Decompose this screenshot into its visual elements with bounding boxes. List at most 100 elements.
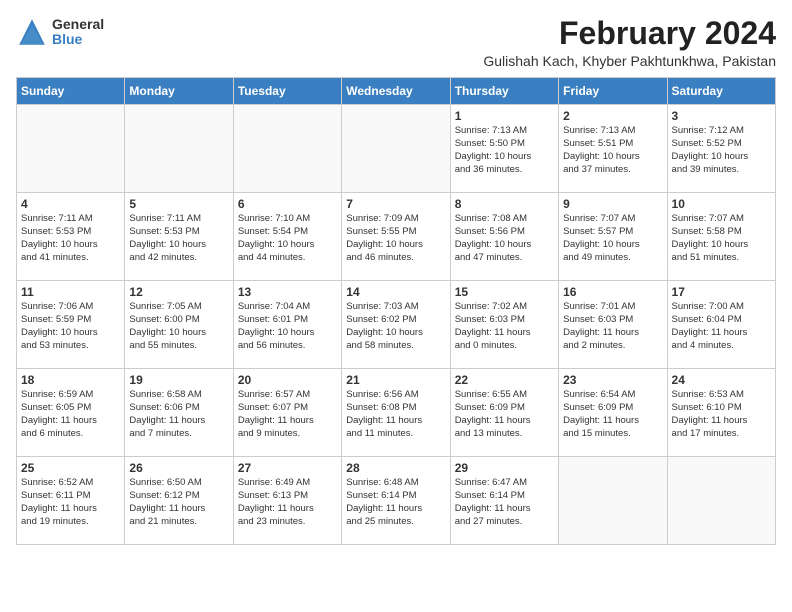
table-row — [342, 105, 450, 193]
day-info: Sunrise: 7:12 AM Sunset: 5:52 PM Dayligh… — [672, 125, 771, 176]
day-number: 27 — [238, 461, 337, 475]
table-row: 14 Sunrise: 7:03 AM Sunset: 6:02 PM Dayli… — [342, 281, 450, 369]
table-row: 5Sunrise: 7:11 AM Sunset: 5:53 PM Daylig… — [125, 193, 233, 281]
day-info: Sunrise: 7:06 AM Sunset: 5:59 PM Dayligh… — [21, 301, 120, 352]
calendar-week-row: 18 Sunrise: 6:59 AM Sunset: 6:05 PM Dayli… — [17, 369, 776, 457]
table-row — [667, 457, 775, 545]
day-number: 21 — [346, 373, 445, 387]
title-block: February 2024 Gulishah Kach, Khyber Pakh… — [483, 16, 776, 69]
day-info: Sunrise: 7:00 AM Sunset: 6:04 PM Dayligh… — [672, 301, 771, 352]
day-number: 7 — [346, 197, 445, 211]
day-number: 11 — [21, 285, 120, 299]
table-row: 22Sunrise: 6:55 AM Sunset: 6:09 PM Dayli… — [450, 369, 558, 457]
table-row: 19 Sunrise: 6:58 AM Sunset: 6:06 PM Dayli… — [125, 369, 233, 457]
day-number: 4 — [21, 197, 120, 211]
table-row: 18 Sunrise: 6:59 AM Sunset: 6:05 PM Dayli… — [17, 369, 125, 457]
day-info: Sunrise: 6:56 AM Sunset: 6:08 PM Dayligh… — [346, 389, 445, 440]
table-row: 2Sunrise: 7:13 AM Sunset: 5:51 PM Daylig… — [559, 105, 667, 193]
table-row: 21 Sunrise: 6:56 AM Sunset: 6:08 PM Dayli… — [342, 369, 450, 457]
table-row — [125, 105, 233, 193]
header-friday: Friday — [559, 78, 667, 105]
day-info: Sunrise: 6:48 AM Sunset: 6:14 PM Dayligh… — [346, 477, 445, 528]
day-info: Sunrise: 7:09 AM Sunset: 5:55 PM Dayligh… — [346, 213, 445, 264]
day-info: Sunrise: 7:02 AM Sunset: 6:03 PM Dayligh… — [455, 301, 554, 352]
table-row: 12 Sunrise: 7:05 AM Sunset: 6:00 PM Dayli… — [125, 281, 233, 369]
day-number: 28 — [346, 461, 445, 475]
table-row: 20Sunrise: 6:57 AM Sunset: 6:07 PM Dayli… — [233, 369, 341, 457]
day-number: 13 — [238, 285, 337, 299]
day-number: 6 — [238, 197, 337, 211]
logo-blue: Blue — [52, 32, 104, 47]
day-info: Sunrise: 7:11 AM Sunset: 5:53 PM Dayligh… — [21, 213, 120, 264]
day-info: Sunrise: 6:50 AM Sunset: 6:12 PM Dayligh… — [129, 477, 228, 528]
day-info: Sunrise: 7:05 AM Sunset: 6:00 PM Dayligh… — [129, 301, 228, 352]
table-row: 13 Sunrise: 7:04 AM Sunset: 6:01 PM Dayli… — [233, 281, 341, 369]
day-number: 8 — [455, 197, 554, 211]
day-info: Sunrise: 6:59 AM Sunset: 6:05 PM Dayligh… — [21, 389, 120, 440]
logo-general: General — [52, 17, 104, 32]
day-info: Sunrise: 7:11 AM Sunset: 5:53 PM Dayligh… — [129, 213, 228, 264]
day-number: 26 — [129, 461, 228, 475]
day-number: 25 — [21, 461, 120, 475]
table-row: 16Sunrise: 7:01 AM Sunset: 6:03 PM Dayli… — [559, 281, 667, 369]
day-info: Sunrise: 7:07 AM Sunset: 5:57 PM Dayligh… — [563, 213, 662, 264]
day-info: Sunrise: 6:52 AM Sunset: 6:11 PM Dayligh… — [21, 477, 120, 528]
header-tuesday: Tuesday — [233, 78, 341, 105]
table-row: 25 Sunrise: 6:52 AM Sunset: 6:11 PM Dayli… — [17, 457, 125, 545]
header-monday: Monday — [125, 78, 233, 105]
day-info: Sunrise: 7:08 AM Sunset: 5:56 PM Dayligh… — [455, 213, 554, 264]
day-number: 24 — [672, 373, 771, 387]
table-row: 7 Sunrise: 7:09 AM Sunset: 5:55 PM Daylig… — [342, 193, 450, 281]
table-row: 1Sunrise: 7:13 AM Sunset: 5:50 PM Daylig… — [450, 105, 558, 193]
table-row: 23Sunrise: 6:54 AM Sunset: 6:09 PM Dayli… — [559, 369, 667, 457]
calendar-week-row: 11 Sunrise: 7:06 AM Sunset: 5:59 PM Dayli… — [17, 281, 776, 369]
day-number: 15 — [455, 285, 554, 299]
logo: General Blue — [16, 16, 104, 48]
table-row: 8 Sunrise: 7:08 AM Sunset: 5:56 PM Daylig… — [450, 193, 558, 281]
day-number: 2 — [563, 109, 662, 123]
calendar-week-row: 25 Sunrise: 6:52 AM Sunset: 6:11 PM Dayli… — [17, 457, 776, 545]
logo-icon — [16, 16, 48, 48]
table-row: 6Sunrise: 7:10 AM Sunset: 5:54 PM Daylig… — [233, 193, 341, 281]
day-info: Sunrise: 7:04 AM Sunset: 6:01 PM Dayligh… — [238, 301, 337, 352]
day-info: Sunrise: 7:03 AM Sunset: 6:02 PM Dayligh… — [346, 301, 445, 352]
table-row: 17 Sunrise: 7:00 AM Sunset: 6:04 PM Dayli… — [667, 281, 775, 369]
day-number: 12 — [129, 285, 228, 299]
day-number: 9 — [563, 197, 662, 211]
header-thursday: Thursday — [450, 78, 558, 105]
calendar: Sunday Monday Tuesday Wednesday Thursday… — [16, 77, 776, 545]
table-row — [17, 105, 125, 193]
table-row: 28 Sunrise: 6:48 AM Sunset: 6:14 PM Dayli… — [342, 457, 450, 545]
day-number: 19 — [129, 373, 228, 387]
table-row — [233, 105, 341, 193]
day-number: 16 — [563, 285, 662, 299]
calendar-week-row: 4 Sunrise: 7:11 AM Sunset: 5:53 PM Daylig… — [17, 193, 776, 281]
day-info: Sunrise: 6:55 AM Sunset: 6:09 PM Dayligh… — [455, 389, 554, 440]
table-row: 11 Sunrise: 7:06 AM Sunset: 5:59 PM Dayli… — [17, 281, 125, 369]
table-row: 4 Sunrise: 7:11 AM Sunset: 5:53 PM Daylig… — [17, 193, 125, 281]
day-info: Sunrise: 7:07 AM Sunset: 5:58 PM Dayligh… — [672, 213, 771, 264]
table-row: 3Sunrise: 7:12 AM Sunset: 5:52 PM Daylig… — [667, 105, 775, 193]
table-row: 26 Sunrise: 6:50 AM Sunset: 6:12 PM Dayli… — [125, 457, 233, 545]
day-number: 29 — [455, 461, 554, 475]
location-subtitle: Gulishah Kach, Khyber Pakhtunkhwa, Pakis… — [483, 53, 776, 69]
header-saturday: Saturday — [667, 78, 775, 105]
table-row: 27 Sunrise: 6:49 AM Sunset: 6:13 PM Dayli… — [233, 457, 341, 545]
day-number: 14 — [346, 285, 445, 299]
table-row: 24 Sunrise: 6:53 AM Sunset: 6:10 PM Dayli… — [667, 369, 775, 457]
day-number: 17 — [672, 285, 771, 299]
calendar-header-row: Sunday Monday Tuesday Wednesday Thursday… — [17, 78, 776, 105]
day-number: 10 — [672, 197, 771, 211]
table-row — [559, 457, 667, 545]
header-sunday: Sunday — [17, 78, 125, 105]
day-info: Sunrise: 6:47 AM Sunset: 6:14 PM Dayligh… — [455, 477, 554, 528]
day-number: 18 — [21, 373, 120, 387]
day-info: Sunrise: 6:54 AM Sunset: 6:09 PM Dayligh… — [563, 389, 662, 440]
day-info: Sunrise: 7:13 AM Sunset: 5:50 PM Dayligh… — [455, 125, 554, 176]
day-info: Sunrise: 6:53 AM Sunset: 6:10 PM Dayligh… — [672, 389, 771, 440]
day-info: Sunrise: 6:58 AM Sunset: 6:06 PM Dayligh… — [129, 389, 228, 440]
day-info: Sunrise: 6:57 AM Sunset: 6:07 PM Dayligh… — [238, 389, 337, 440]
table-row: 10 Sunrise: 7:07 AM Sunset: 5:58 PM Dayli… — [667, 193, 775, 281]
table-row: 9 Sunrise: 7:07 AM Sunset: 5:57 PM Daylig… — [559, 193, 667, 281]
day-info: Sunrise: 6:49 AM Sunset: 6:13 PM Dayligh… — [238, 477, 337, 528]
